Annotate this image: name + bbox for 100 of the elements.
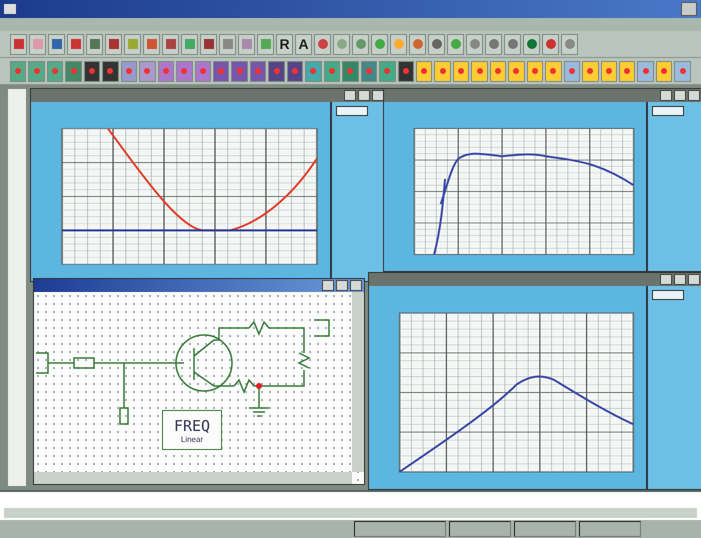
dot-icon [412, 39, 422, 49]
minimize-button[interactable] [660, 90, 672, 101]
maximize-button[interactable] [674, 90, 686, 101]
toolbar-button[interactable] [428, 34, 445, 54]
dot-icon [546, 39, 556, 49]
dot-icon [384, 68, 390, 74]
vertical-scrollbar[interactable] [352, 292, 364, 472]
toolbar-button[interactable] [84, 60, 100, 82]
square-icon [14, 39, 24, 49]
minimize-button[interactable] [322, 280, 334, 291]
legend-swatch [336, 106, 368, 116]
dot-icon [470, 39, 480, 49]
dot-icon [532, 68, 538, 74]
close-button[interactable] [688, 90, 700, 101]
maximize-button[interactable] [336, 280, 348, 291]
toolbar-button[interactable] [398, 60, 414, 82]
dot-icon [374, 39, 384, 49]
dot-icon [421, 68, 428, 74]
toolbar-button[interactable] [212, 60, 230, 82]
dot-icon [15, 68, 22, 74]
close-button[interactable] [681, 2, 697, 16]
dot-icon [526, 39, 536, 49]
toolbar-button[interactable] [102, 60, 119, 82]
dot-icon [513, 68, 520, 74]
square-icon [108, 39, 118, 49]
dot-icon [366, 68, 372, 74]
dot-icon [495, 68, 501, 74]
square-icon [184, 39, 194, 49]
toolbar-button[interactable] [268, 60, 285, 82]
dot-icon [336, 39, 346, 49]
square-icon [70, 39, 80, 49]
dot-icon [107, 68, 114, 74]
dot-icon [162, 68, 169, 74]
dot-icon [34, 68, 40, 74]
close-button[interactable] [350, 280, 362, 291]
square-icon [128, 39, 138, 49]
dot-icon [356, 39, 366, 49]
dot-icon [488, 39, 498, 49]
dot-icon [328, 68, 335, 74]
dot-icon [550, 68, 556, 74]
dot-icon [606, 68, 612, 74]
legend-swatch [652, 106, 684, 116]
dot-icon [89, 68, 96, 74]
dot-icon [310, 68, 316, 74]
dot-icon [642, 68, 649, 74]
horizontal-scrollbar[interactable] [4, 508, 697, 518]
toolbar-button[interactable] [200, 34, 217, 54]
dot-icon [347, 68, 354, 74]
toolbar-button[interactable] [48, 34, 65, 54]
dot-icon [274, 68, 280, 74]
square-icon [52, 39, 62, 49]
square-icon [146, 39, 156, 49]
status-panel [579, 521, 641, 537]
toolbar-button[interactable] [231, 60, 248, 82]
close-button[interactable] [688, 274, 700, 285]
minimize-button[interactable] [660, 274, 672, 285]
dot-icon [564, 39, 574, 49]
toolbar-button[interactable] [542, 34, 559, 54]
toolbar-button[interactable]: R [276, 34, 293, 54]
dot-icon [181, 68, 188, 74]
toolbar-button[interactable] [86, 34, 103, 54]
frequency-block[interactable]: FREQ Linear [162, 410, 222, 450]
dot-icon [568, 68, 575, 74]
dot-icon [144, 68, 150, 74]
dot-icon [458, 68, 464, 74]
toolbar-button[interactable] [105, 34, 122, 54]
dot-icon [402, 68, 409, 74]
square-icon [242, 39, 252, 49]
dot-icon [318, 39, 328, 49]
dot-icon [52, 68, 58, 74]
toolbar-button[interactable] [162, 34, 179, 54]
square-icon [260, 39, 270, 49]
square-icon [222, 39, 232, 49]
toolbar-button[interactable] [286, 60, 304, 82]
toolbar-button[interactable]: A [295, 34, 312, 54]
square-icon [90, 39, 100, 49]
dot-icon [255, 68, 262, 74]
dot-icon [432, 39, 442, 49]
toolbar-button[interactable] [250, 60, 266, 82]
app-icon [4, 4, 16, 14]
dot-icon [236, 68, 243, 74]
maximize-button[interactable] [674, 274, 686, 285]
status-panel [449, 521, 511, 537]
dot-icon [680, 68, 686, 74]
maximize-button[interactable] [358, 90, 370, 101]
toolbar-button[interactable] [10, 34, 27, 54]
dot-icon [126, 68, 132, 74]
square-icon [204, 39, 214, 49]
close-button[interactable] [372, 90, 384, 101]
dot-icon [70, 68, 77, 74]
dot-icon [394, 39, 404, 49]
minimize-button[interactable] [344, 90, 356, 101]
horizontal-scrollbar[interactable] [34, 472, 352, 484]
toolbar-button[interactable] [67, 34, 84, 54]
dot-icon [508, 39, 518, 49]
dot-icon [200, 68, 206, 74]
dot-icon [587, 68, 594, 74]
dot-icon [624, 68, 630, 74]
toolbar-button[interactable] [523, 34, 540, 54]
dot-icon [292, 68, 298, 74]
